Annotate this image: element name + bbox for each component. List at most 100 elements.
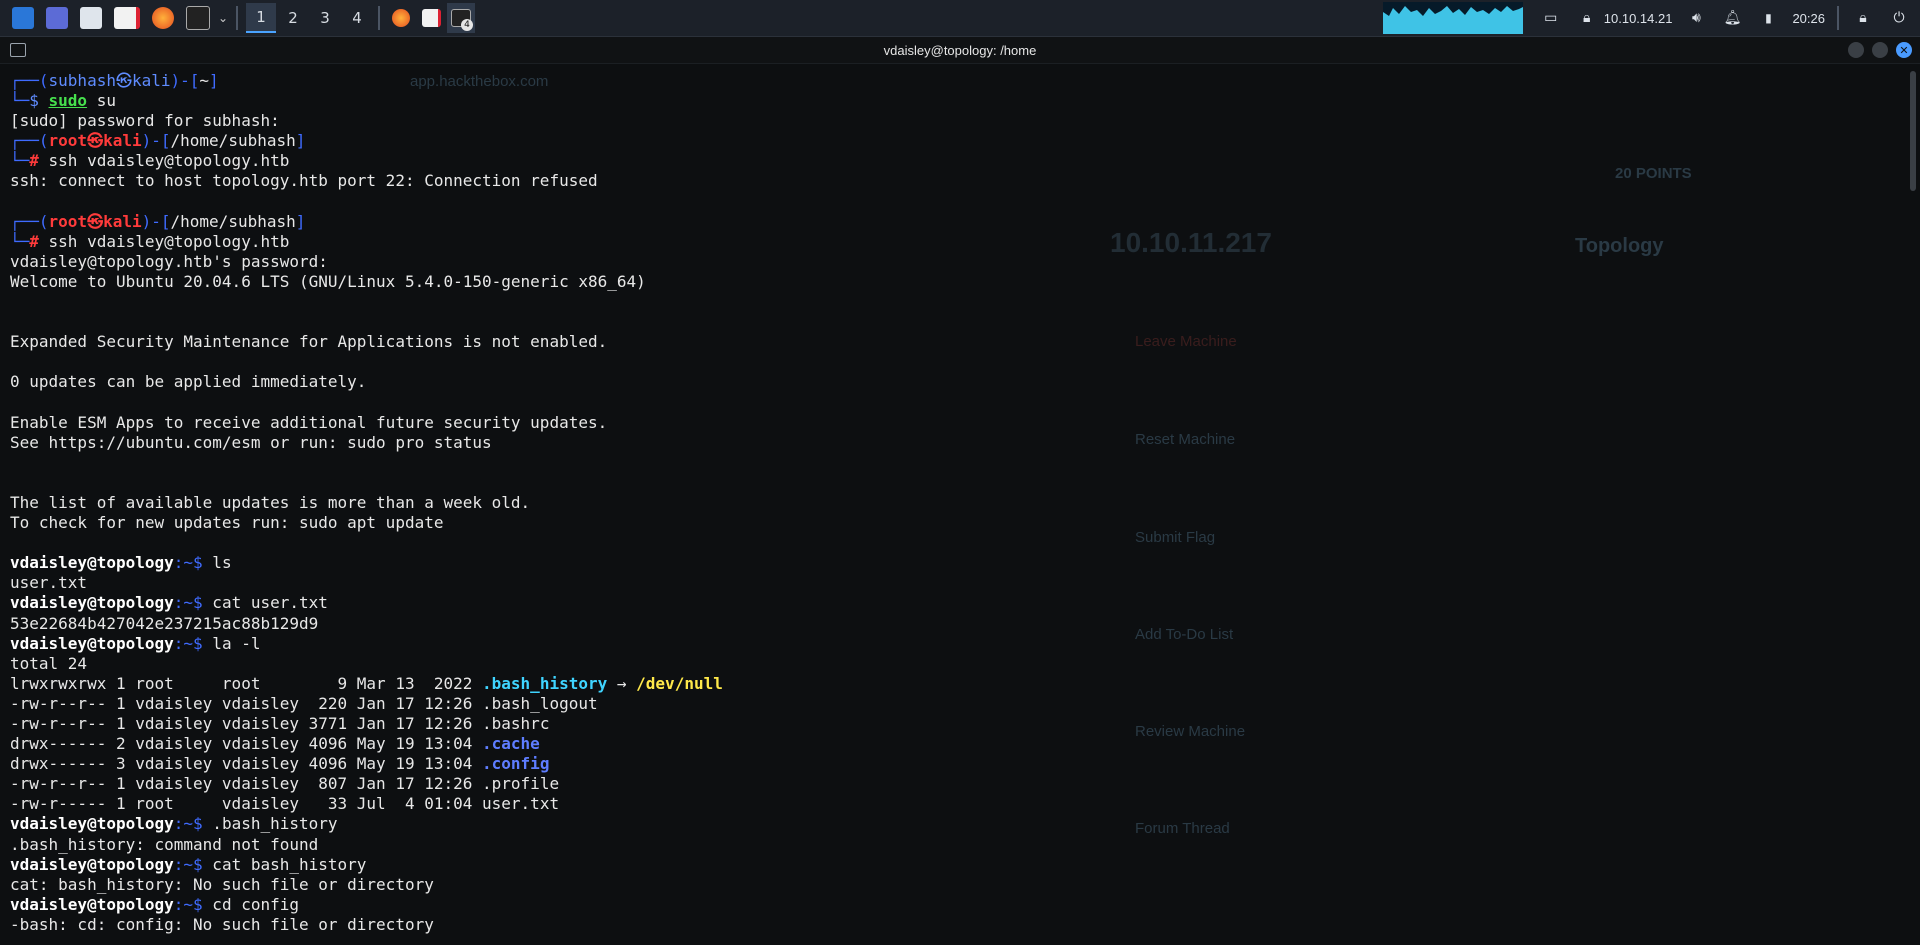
terminal-text: )-[ [170,71,200,90]
file-name: user.txt [482,794,560,814]
file-name: .profile [482,774,560,794]
text-editor-icon [114,7,140,29]
close-button[interactable]: ✕ [1896,42,1912,58]
kali-menu-button[interactable] [6,3,40,33]
terminal-line: vdaisley@topology:~$ cd config [10,895,1900,915]
task-firefox[interactable] [386,3,416,33]
lock-screen-icon[interactable]: 🔒︎ [1854,9,1872,27]
terminal-text: ] [295,211,306,231]
task-editor[interactable] [416,3,447,33]
logout-icon[interactable]: ⏻ [1890,9,1908,27]
terminal-text: vdaisley@topology.htb's password: [10,251,328,271]
terminal-scrollbar[interactable] [1910,71,1916,191]
terminal-line: To check for new updates run: sudo apt u… [10,513,1900,533]
system-tray: ▭ 🔒︎ 10.10.14.21 🔊︎ 🔔︎ ▮ 20:26 🔒︎ ⏻ [1382,0,1920,36]
cpu-graph [1382,2,1523,34]
terminal-text: )-[ [141,211,171,231]
folder-icon [80,7,102,29]
workspace-1[interactable]: 1 [246,3,276,33]
file-manager-button[interactable] [74,3,108,33]
terminal-text: ] [209,71,219,90]
terminal-line: vdaisley@topology:~$ cat user.txt [10,593,1900,613]
show-desktop-button[interactable] [40,3,74,33]
battery-icon[interactable]: ▮ [1759,9,1777,27]
prompt-path: :~$ [173,553,203,573]
terminal-text: user.txt [10,573,88,593]
window-title: vdaisley@topology: /home [883,42,1037,58]
command-args: su [87,91,116,111]
terminal-line: -rw-r----- 1 root vdaisley 33 Jul 4 01:0… [10,794,1900,814]
prompt-path: ~ [199,71,210,90]
terminal-launcher-button[interactable] [180,3,216,33]
screen-icon[interactable]: ▭ [1542,9,1560,27]
terminal-text: └─ [10,231,30,251]
prompt-user: root㉿kali [48,131,142,151]
prompt-path: :~$ [173,814,203,834]
maximize-button[interactable] [1872,42,1888,58]
file-attributes: drwx------ 3 vdaisley vdaisley 4096 May … [10,754,483,774]
terminal-line: lrwxrwxrwx 1 root root 9 Mar 13 2022 .ba… [10,674,1900,694]
symlink-target: /dev/null [636,673,723,693]
prompt-path: /home/subhash [170,131,296,151]
window-controls: ✕ [1848,42,1912,58]
terminal-text: -bash: cd: config: No such file or direc… [10,914,434,934]
file-name: .bash_logout [482,693,598,713]
terminal-dropdown-button[interactable]: ⌄ [216,3,230,33]
command: cat bash_history [202,854,367,874]
terminal-text: 53e22684b427042e237215ac88b129d9 [10,613,319,633]
terminal-line: user.txt [10,573,1900,593]
text-editor-button[interactable] [108,3,146,33]
panel-separator [378,6,380,30]
command: cd config [202,894,299,914]
terminal-text: Enable ESM Apps to receive additional fu… [10,412,608,432]
terminal-line: .bash_history: command not found [10,835,1900,855]
panel-separator [236,6,238,30]
prompt-user: vdaisley@topology [10,814,174,834]
prompt-path: :~$ [173,633,203,653]
prompt-user: subhash㉿kali [48,71,171,90]
terminal-text: [sudo] password for subhash: [10,111,280,131]
terminal-line: -rw-r--r-- 1 vdaisley vdaisley 3771 Jan … [10,714,1900,734]
clock[interactable]: 20:26 [1792,11,1825,26]
terminal-line: 0 updates can be applied immediately. [10,372,1900,392]
firefox-icon [392,9,410,27]
terminal-line: -rw-r--r-- 1 vdaisley vdaisley 220 Jan 1… [10,694,1900,714]
chevron-down-icon: ⌄ [217,11,229,25]
terminal-line: drwx------ 2 vdaisley vdaisley 4096 May … [10,734,1900,754]
prompt-path: :~$ [173,854,203,874]
terminal-text: 0 updates can be applied immediately. [10,372,367,392]
firefox-launcher-button[interactable] [146,3,180,33]
file-name: .bashrc [482,714,550,733]
task-terminal[interactable]: 4 [447,3,475,33]
terminal-line: └─# ssh vdaisley@topology.htb [10,151,1900,171]
minimize-button[interactable] [1848,42,1864,58]
window-titlebar[interactable]: vdaisley@topology: /home ✕ [0,37,1920,64]
terminal-line: cat: bash_history: No such file or direc… [10,875,1900,895]
volume-icon[interactable]: 🔊︎ [1687,9,1705,27]
terminal-line: ┌──(subhash㉿kali)-[~] [10,71,1900,91]
command: cat user.txt [202,593,328,613]
terminal-text: ] [295,131,306,151]
prompt-path: /home/subhash [170,211,296,231]
command: ls [202,553,232,573]
terminal-text: ┌──( [10,71,49,90]
terminal-text: ┌──( [10,211,49,231]
terminal-text: # [29,151,49,171]
window-count-badge: 4 [461,19,473,31]
terminal-output[interactable]: ┌──(subhash㉿kali)-[~] └─$ sudo su [sudo] p… [10,71,1900,941]
terminal-line: vdaisley@topology:~$ .bash_history [10,814,1900,834]
terminal-text: Expanded Security Maintenance for Applic… [10,332,608,352]
terminal-text: To check for new updates run: sudo apt u… [10,513,444,533]
workspace-4[interactable]: 4 [342,4,372,32]
notification-bell-icon[interactable]: 🔔︎ [1723,9,1742,27]
file-attributes: drwx------ 2 vdaisley vdaisley 4096 May … [10,734,483,754]
workspace-3[interactable]: 3 [310,4,340,32]
file-attributes: -rw-r--r-- 1 vdaisley vdaisley 220 Jan 1… [10,693,483,713]
workspace-2[interactable]: 2 [278,4,308,32]
desktop-icon [46,7,68,29]
